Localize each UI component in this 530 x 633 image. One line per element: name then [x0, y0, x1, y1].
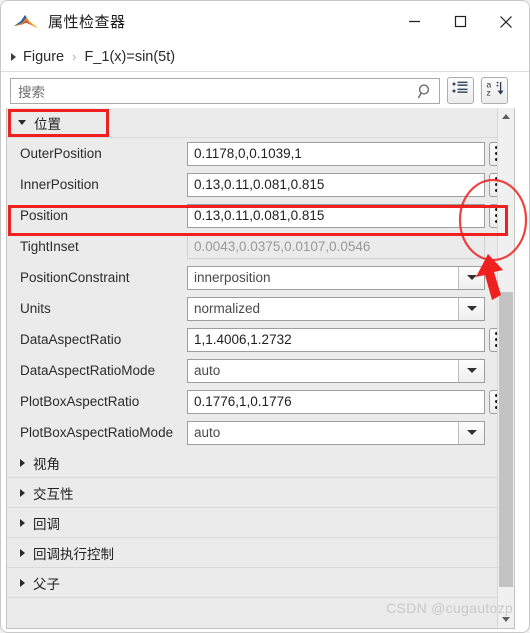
breadcrumb: Figure › F_1(x)=sin(5t)	[1, 42, 529, 72]
property-row: InnerPosition 0.13,0.11,0.081,0.815	[7, 169, 514, 200]
section-label: 视角	[33, 456, 60, 472]
property-label: PlotBoxAspectRatio	[20, 394, 140, 409]
property-row: DataAspectRatioMode auto	[7, 355, 514, 386]
property-text-input[interactable]: 0.1178,0,0.1039,1	[187, 141, 485, 166]
property-text-input[interactable]: 1,1.4006,1.2732	[187, 327, 485, 352]
close-button[interactable]	[483, 1, 529, 42]
svg-text:z: z	[486, 87, 490, 97]
property-label: Position	[20, 208, 69, 223]
search-bar: 搜索 a z	[1, 73, 529, 108]
vertical-scrollbar[interactable]	[497, 108, 514, 628]
property-value: 0.0043,0.0375,0.0107,0.0546	[194, 239, 371, 254]
property-value: auto	[194, 425, 221, 440]
scroll-up-arrow-icon[interactable]	[498, 108, 514, 125]
window-controls	[391, 1, 529, 42]
collapsed-section-header[interactable]: 父子	[7, 568, 514, 598]
property-label: PositionConstraint	[20, 270, 130, 285]
section-label: 回调执行控制	[33, 546, 114, 562]
property-value: normalized	[194, 301, 261, 316]
property-text-input[interactable]: 0.13,0.11,0.081,0.815	[187, 203, 485, 228]
triangle-right-icon[interactable]	[20, 548, 25, 557]
property-value: 1,1.4006,1.2732	[194, 332, 292, 347]
property-value: 0.1178,0,0.1039,1	[194, 146, 302, 161]
search-input[interactable]: 搜索	[10, 77, 440, 105]
search-placeholder: 搜索	[18, 84, 45, 100]
property-row: TightInset 0.0043,0.0375,0.0107,0.0546	[7, 231, 514, 262]
triangle-down-icon[interactable]	[18, 120, 26, 125]
property-rows: OuterPosition 0.1178,0,0.1039,1 InnerPosit…	[7, 138, 514, 448]
property-text-input: 0.0043,0.0375,0.0107,0.0546	[187, 234, 485, 259]
watermark: CSDN @cugautozp	[386, 600, 513, 616]
property-value: innerposition	[194, 270, 271, 285]
matlab-membrane-logo	[13, 12, 39, 32]
property-row: DataAspectRatio 1,1.4006,1.2732	[7, 324, 514, 355]
property-value: 0.1776,1,0.1776	[194, 394, 292, 409]
collapsed-section-header[interactable]: 回调执行控制	[7, 538, 514, 568]
section-label: 回调	[33, 516, 60, 532]
triangle-right-icon[interactable]	[20, 458, 25, 467]
property-inspector-window: 属性检查器 Figure › F_1(x)=sin(5t) 搜索 a z 位置 …	[0, 0, 530, 633]
window-title: 属性检查器	[48, 14, 126, 31]
property-dropdown[interactable]: auto	[187, 420, 485, 445]
property-label: TightInset	[20, 239, 79, 254]
search-icon[interactable]	[417, 83, 433, 105]
breadcrumb-item-axes[interactable]: F_1(x)=sin(5t)	[84, 49, 175, 65]
breadcrumb-separator: ›	[72, 49, 77, 64]
chevron-down-icon[interactable]	[458, 266, 484, 289]
category-list-icon	[452, 80, 469, 101]
sort-alphabetically-button[interactable]: a z	[481, 77, 508, 104]
collapsed-section-header[interactable]: 交互性	[7, 478, 514, 508]
property-label: OuterPosition	[20, 146, 102, 161]
property-label: DataAspectRatioMode	[20, 363, 156, 378]
chevron-down-icon[interactable]	[458, 421, 484, 444]
property-row: PositionConstraint innerposition	[7, 262, 514, 293]
section-header-position[interactable]: 位置	[7, 108, 514, 138]
property-text-input[interactable]: 0.1776,1,0.1776	[187, 389, 485, 414]
chevron-down-icon[interactable]	[458, 359, 484, 382]
group-by-category-button[interactable]	[447, 77, 474, 104]
triangle-right-icon[interactable]	[11, 52, 16, 61]
scrollbar-thumb[interactable]	[499, 292, 513, 587]
property-row: PlotBoxAspectRatio 0.1776,1,0.1776	[7, 386, 514, 417]
section-label: 交互性	[33, 486, 74, 502]
chevron-down-icon[interactable]	[458, 297, 484, 320]
property-value: auto	[194, 363, 221, 378]
property-dropdown[interactable]: normalized	[187, 296, 485, 321]
property-label: PlotBoxAspectRatioMode	[20, 425, 174, 440]
property-dropdown[interactable]: auto	[187, 358, 485, 383]
property-label: Units	[20, 301, 51, 316]
breadcrumb-item-figure[interactable]: Figure	[23, 49, 64, 65]
triangle-right-icon[interactable]	[20, 518, 25, 527]
maximize-button[interactable]	[437, 1, 483, 42]
title-bar: 属性检查器	[1, 1, 529, 42]
property-row: Position 0.13,0.11,0.081,0.815	[7, 200, 514, 231]
property-value: 0.13,0.11,0.081,0.815	[194, 177, 325, 192]
property-panel: 位置 OuterPosition 0.1178,0,0.1039,1 InnerPo…	[6, 108, 515, 629]
triangle-right-icon[interactable]	[20, 578, 25, 587]
property-text-input[interactable]: 0.13,0.11,0.081,0.815	[187, 172, 485, 197]
collapsed-sections: 视角交互性回调回调执行控制 父子	[7, 448, 514, 598]
property-dropdown[interactable]: innerposition	[187, 265, 485, 290]
collapsed-section-header[interactable]: 回调	[7, 508, 514, 538]
sort-az-icon: a z	[486, 79, 504, 102]
property-value: 0.13,0.11,0.081,0.815	[194, 208, 325, 223]
collapsed-section-header[interactable]: 视角	[7, 448, 514, 478]
section-label: 父子	[33, 576, 60, 592]
property-row: PlotBoxAspectRatioMode auto	[7, 417, 514, 448]
property-row: Units normalized	[7, 293, 514, 324]
property-label: DataAspectRatio	[20, 332, 122, 347]
minimize-button[interactable]	[391, 1, 437, 42]
triangle-right-icon[interactable]	[20, 488, 25, 497]
section-label: 位置	[34, 116, 61, 132]
property-label: InnerPosition	[20, 177, 99, 192]
property-row: OuterPosition 0.1178,0,0.1039,1	[7, 138, 514, 169]
